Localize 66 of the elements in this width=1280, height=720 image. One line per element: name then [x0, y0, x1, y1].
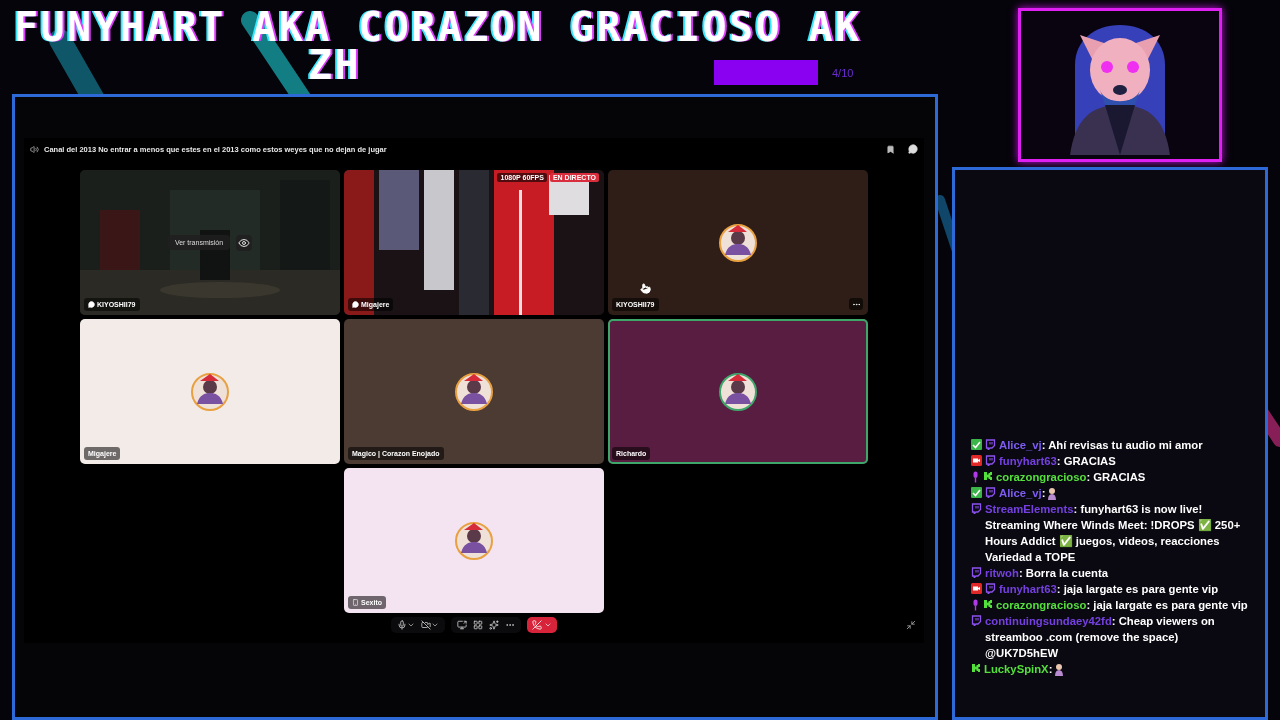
more-button[interactable] — [849, 298, 863, 311]
sparkles-icon — [489, 620, 499, 631]
logo-icon — [983, 599, 993, 609]
username: ritwoh — [985, 567, 1019, 579]
twitch-icon — [971, 567, 982, 578]
chat-message: Alice_vj: — [999, 486, 1046, 501]
chat-message: ritwoh: Borra la cuenta — [985, 566, 1109, 581]
camera-icon — [971, 583, 982, 594]
mic-button[interactable] — [397, 620, 415, 631]
username: continuingsundaey42fd — [985, 615, 1112, 627]
check-icon — [971, 439, 982, 450]
phone-off-icon — [532, 620, 542, 631]
chat-icon[interactable] — [908, 144, 918, 155]
username: funyhart63 — [999, 455, 1057, 467]
username: corazongracioso — [996, 599, 1087, 611]
chat-message: StreamElements: funyhart63 is now live! Streaming Where Winds Meet: !DROPS ✅ 250+ Hours Addict ✅ juegos, videos, reacciones Variedad a TOPE — [985, 502, 1242, 565]
twitch-icon — [971, 615, 982, 626]
mic-icon — [397, 620, 407, 631]
goal-count: 4/10 — [832, 66, 854, 79]
bookmark-icon[interactable] — [886, 144, 895, 154]
avatar-icon — [190, 371, 230, 412]
chat-message: continuingsundaey42fd: Cheap viewers on streamboo .com (remove the space) @UK7D5hEW — [985, 614, 1216, 661]
username: corazongracioso — [996, 471, 1087, 483]
avatar-icon — [718, 222, 758, 263]
grid-icon — [473, 620, 483, 631]
camera-button[interactable] — [421, 620, 439, 631]
twitch-icon — [985, 487, 996, 498]
username: Alice_vj — [999, 487, 1042, 499]
logo-icon — [983, 471, 993, 481]
stream-title: FUNYHART AKA CORAZON GRACIOSO AK — [14, 8, 862, 46]
stream-title: ZH — [308, 46, 361, 84]
screen-share-button[interactable] — [457, 620, 467, 631]
avatar-icon — [454, 520, 494, 561]
layout-button[interactable] — [473, 620, 483, 631]
chat-icon — [88, 301, 95, 309]
twitch-icon — [985, 583, 996, 594]
chat-message: corazongracioso: GRACIAS — [996, 470, 1146, 485]
hang-up-button[interactable] — [527, 617, 557, 634]
chat-message: funyhart63: GRACIAS — [999, 454, 1116, 469]
twitch-icon — [971, 503, 982, 514]
camera-icon — [971, 455, 982, 466]
chat-message: Alice_vj: Ahí revisas tu audio mi amor — [999, 438, 1203, 453]
username: StreamElements — [985, 503, 1074, 515]
username: Alice_vj — [999, 439, 1042, 451]
twitch-icon — [985, 439, 996, 450]
speaker-icon — [30, 144, 39, 154]
mic-icon — [971, 599, 980, 611]
screen-share-icon — [457, 620, 467, 631]
check-icon — [971, 487, 982, 498]
username: funyhart63 — [999, 583, 1057, 595]
chat-message: LuckySpinX: — [984, 662, 1053, 677]
camera-off-icon — [421, 620, 431, 631]
phone-icon — [352, 599, 359, 607]
logo-icon — [971, 663, 981, 673]
chat-icon — [352, 301, 359, 309]
username: LuckySpinX — [984, 663, 1049, 675]
cursor-icon — [640, 283, 651, 294]
chat-message: funyhart63: jaja largate es para gente vip — [999, 582, 1219, 597]
mic-icon — [971, 471, 980, 483]
chat-message: corazongracioso: jaja largate es para gente vip — [996, 598, 1248, 613]
fullscreen-button[interactable] — [906, 620, 916, 631]
avatar-icon — [454, 371, 494, 412]
effects-button[interactable] — [489, 620, 499, 631]
avatar-icon — [718, 371, 758, 412]
twitch-icon — [985, 455, 996, 466]
minimize-icon — [906, 620, 916, 631]
